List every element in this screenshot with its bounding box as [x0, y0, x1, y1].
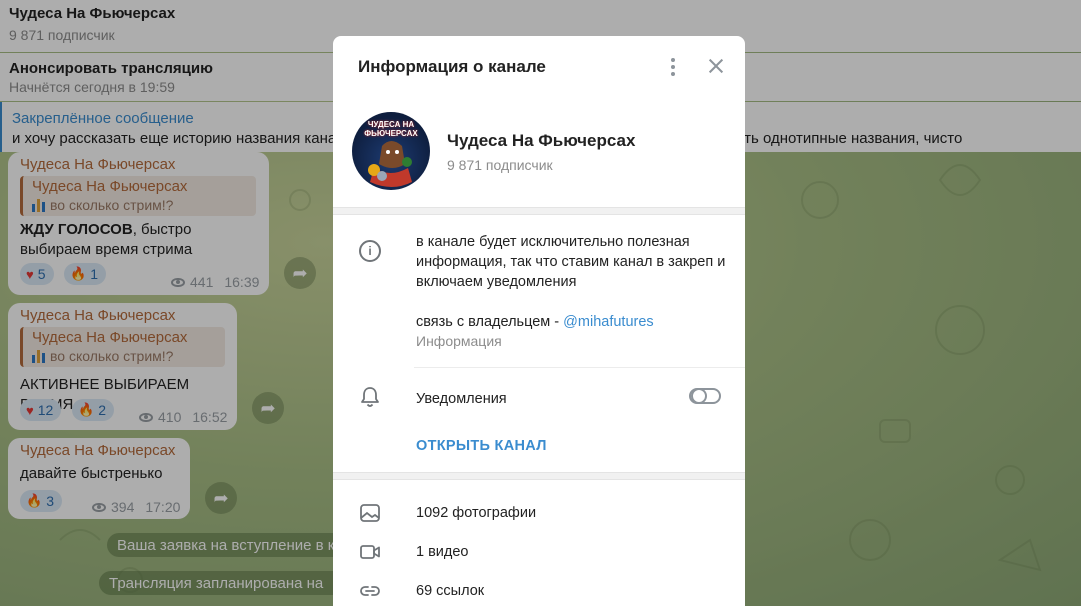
avatar-illustration — [368, 141, 412, 187]
media-row-links[interactable]: 69 ссылок — [333, 573, 745, 606]
channel-name: Чудеса На Фьючерсах — [447, 131, 636, 150]
media-row-label: 1092 фотографии — [416, 505, 537, 521]
more-vertical-icon — [671, 58, 675, 62]
channel-info-modal: Информация о канале ЧУДЕСА НА ФЬЮЧЕРСАХ Ч… — [333, 36, 745, 606]
media-row-videos[interactable]: 1 видео — [333, 534, 745, 570]
open-channel-button[interactable]: ОТКРЫТЬ КАНАЛ — [416, 438, 547, 454]
contact-line: связь с владельцем - @mihafutures — [416, 312, 726, 332]
more-options-button[interactable] — [663, 54, 683, 80]
section-divider — [333, 472, 745, 480]
notifications-label: Уведомления — [416, 391, 507, 407]
close-button[interactable] — [704, 54, 728, 78]
media-row-label: 69 ссылок — [416, 583, 485, 599]
contact-link[interactable]: @mihafutures — [563, 314, 653, 330]
section-divider — [333, 207, 745, 215]
description-text: в канале будет исключительно полезная ин… — [416, 234, 726, 290]
video-icon — [360, 545, 380, 559]
channel-subscribers: 9 871 подписчик — [447, 157, 553, 173]
channel-description[interactable]: в канале будет исключительно полезная ин… — [416, 232, 726, 332]
modal-title: Информация о канале — [358, 57, 546, 76]
description-caption: Информация — [416, 333, 502, 349]
link-icon — [360, 586, 380, 596]
photo-icon — [360, 504, 380, 522]
contact-prefix: связь с владельцем - — [416, 314, 564, 330]
channel-avatar[interactable]: ЧУДЕСА НА ФЬЮЧЕРСАХ — [352, 112, 430, 190]
bell-icon — [361, 387, 379, 407]
media-row-label: 1 видео — [416, 544, 469, 560]
notifications-toggle[interactable] — [689, 388, 721, 404]
row-divider — [414, 367, 745, 368]
info-icon: i — [359, 240, 381, 262]
media-row-photos[interactable]: 1092 фотографии — [333, 495, 745, 531]
